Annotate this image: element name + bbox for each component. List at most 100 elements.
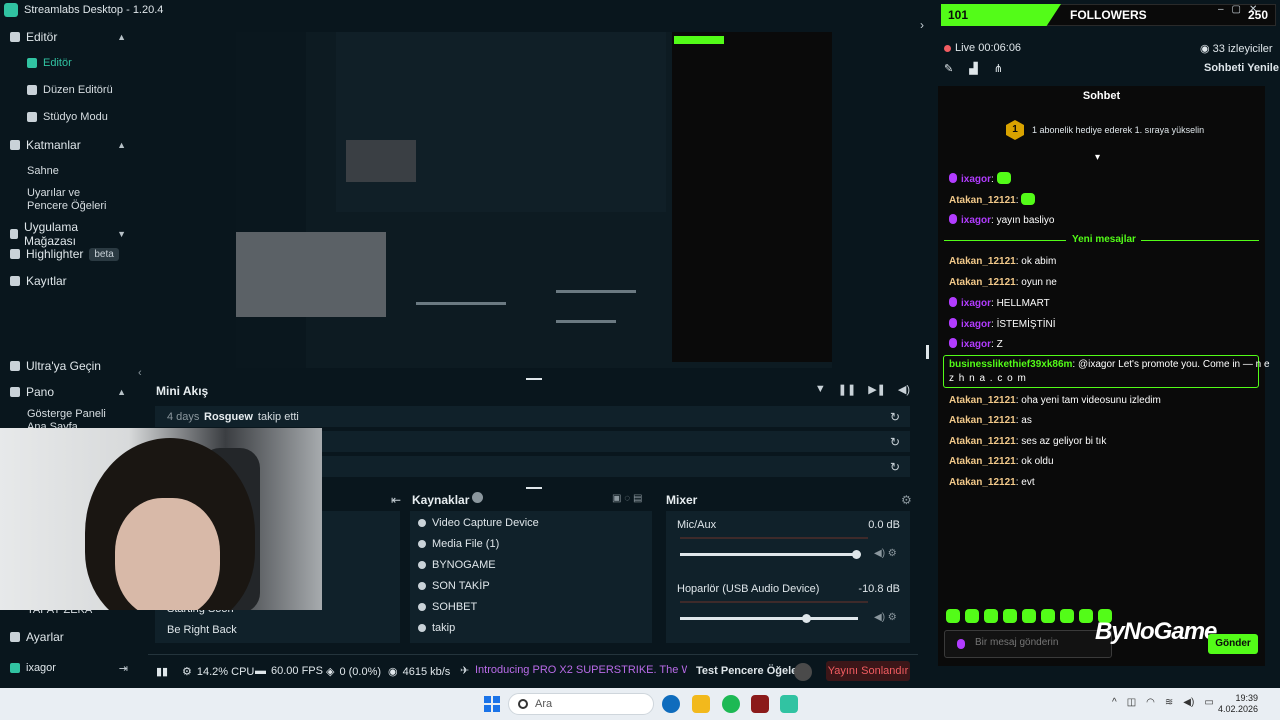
emote-icon[interactable] (1060, 609, 1074, 623)
emote-icon[interactable] (946, 609, 960, 623)
chat-user[interactable]: ixagor (961, 319, 991, 330)
sidebar-section-dashboard[interactable]: Pano ▲ (10, 385, 126, 399)
chat-window-controls[interactable]: –▢✕ (1218, 4, 1278, 15)
logout-icon[interactable]: ⇥ (119, 662, 128, 675)
chat-input-box (944, 630, 1112, 658)
volume-slider[interactable] (680, 550, 862, 559)
source-item[interactable]: SOHBET (418, 601, 477, 613)
news-ticker[interactable]: Introducing PRO X2 SUPERSTRIKE. The Winn… (475, 664, 687, 678)
source-item[interactable]: Media File (1) (418, 538, 499, 550)
replay-icon[interactable]: ↻ (890, 460, 900, 474)
preview-resize-handle[interactable] (926, 345, 929, 359)
chat-message-input[interactable] (975, 637, 1105, 648)
chat-user[interactable]: Atakan_12121 (949, 195, 1016, 206)
scene-item[interactable]: Be Right Back (167, 624, 237, 636)
chat-user[interactable]: ixagor (961, 339, 991, 350)
chat-message: ixagor: yayın basliyo (949, 214, 1054, 226)
sidebar-section-label: Pano (26, 385, 55, 399)
add-source-icon[interactable] (472, 492, 483, 503)
expand-icon[interactable]: ▾ (1095, 152, 1100, 163)
chat-user[interactable]: Atakan_12121 (949, 415, 1016, 426)
taskbar-search[interactable]: Ara (508, 693, 654, 715)
emote-icon[interactable] (1079, 609, 1093, 623)
source-item[interactable]: Video Capture Device (418, 517, 539, 529)
source-item[interactable]: SON TAKİP (418, 580, 490, 592)
sidebar-item-scene[interactable]: Sahne (27, 165, 122, 178)
emote-icon[interactable] (1041, 609, 1055, 623)
volume-icon[interactable]: ◀) (898, 383, 910, 396)
sidebar-section-layers[interactable]: Katmanlar ▲ (10, 138, 126, 152)
refresh-chat-button[interactable]: Sohbeti Yenile (1204, 62, 1279, 74)
source-item[interactable]: BYNOGAME (418, 559, 496, 571)
gear-icon[interactable]: ⚙ (901, 493, 912, 507)
emote-icon[interactable] (984, 609, 998, 623)
collapse-icon[interactable]: ⇤ (391, 493, 401, 507)
file-explorer-icon[interactable] (692, 695, 710, 713)
chat-user[interactable]: Atakan_12121 (949, 277, 1016, 288)
user-row[interactable]: ixagor ⇥ (10, 660, 128, 676)
mixer-title: Mixer (666, 493, 698, 507)
popout-icon[interactable]: ▟ (969, 62, 977, 75)
chat-user[interactable]: ixagor (961, 174, 991, 185)
speaker-icon[interactable]: ◀) ⚙ (874, 612, 897, 623)
wifi-icon[interactable]: ≋ (1165, 697, 1173, 708)
chat-user[interactable]: ixagor (961, 298, 991, 309)
network-icon[interactable]: ◠ (1146, 697, 1155, 708)
webcam-overlay (0, 428, 322, 610)
record-button[interactable] (794, 663, 812, 681)
sidebar-section-ultra[interactable]: Ultra'ya Geçin (10, 359, 126, 373)
sidebar-item-studio-mode[interactable]: Stüdyo Modu (27, 111, 108, 123)
volume-icon[interactable]: ◀) (1183, 697, 1194, 708)
volume-slider[interactable] (680, 614, 858, 623)
collapse-chat-icon[interactable]: › (920, 18, 924, 32)
pause-icon[interactable]: ❚❚ (838, 383, 856, 396)
chat-user[interactable]: Atakan_12121 (949, 436, 1016, 447)
sidebar-item-layout-editor[interactable]: Düzen Editörü (27, 84, 113, 96)
chat-user[interactable]: businesslikethief39xk86m (949, 359, 1072, 370)
sidebar-section-editor[interactable]: Editör ▲ (10, 30, 126, 44)
sidebar-section-app-store[interactable]: Uygulama Mağazası ▼ (10, 220, 126, 248)
emote-icon[interactable] (1003, 609, 1017, 623)
preview-mixer-line (416, 302, 506, 305)
chat-user[interactable]: Atakan_12121 (949, 395, 1016, 406)
system-tray[interactable]: ^ ◫ ◠ ≋ ◀) ▭ (1112, 697, 1214, 708)
chat-message: ixagor: Z (949, 338, 1003, 350)
chat-user[interactable]: Atakan_12121 (949, 477, 1016, 488)
taskbar-clock[interactable]: 19:39 4.02.2026 (1218, 693, 1258, 715)
replay-icon[interactable]: ↻ (890, 435, 900, 449)
collapse-sidebar-icon[interactable]: ‹ (138, 367, 142, 379)
emote-icon[interactable] (965, 609, 979, 623)
chat-user[interactable]: ixagor (961, 215, 991, 226)
sidebar-item-alerts[interactable]: Uyarılar ve Pencere Öğeleri (27, 187, 122, 213)
streamlabs-taskbar-icon[interactable] (780, 695, 798, 713)
chevron-up-icon[interactable]: ^ (1112, 697, 1117, 708)
chat-text-continued: z h n a . c o m (949, 373, 1027, 384)
emote-icon (996, 172, 1011, 184)
edit-icon[interactable]: ✎ (944, 62, 953, 75)
end-stream-button[interactable]: Yayını Sonlandır (826, 661, 910, 681)
chat-user[interactable]: Atakan_12121 (949, 256, 1016, 267)
edge-icon[interactable] (662, 695, 680, 713)
stats-icon[interactable]: ▮▮ (156, 665, 168, 678)
winrar-icon[interactable] (751, 695, 769, 713)
share-icon[interactable]: ⋔ (994, 62, 1003, 75)
test-widgets-button[interactable]: Test Pencere Öğeleri (696, 665, 805, 677)
sidebar-section-highlighter[interactable]: Highlighter beta (10, 247, 126, 261)
battery-icon[interactable]: ▭ (1204, 697, 1213, 708)
sidebar-section-recordings[interactable]: Kayıtlar (10, 274, 126, 288)
emote-icon[interactable] (1022, 609, 1036, 623)
source-item[interactable]: takip (418, 622, 455, 634)
tray-app-icon[interactable]: ◫ (1127, 697, 1136, 708)
source-tools-icon[interactable]: ▣ ◌ ▤ (612, 493, 642, 504)
speaker-icon[interactable]: ◀) ⚙ (874, 548, 897, 559)
chat-user[interactable]: Atakan_12121 (949, 456, 1016, 467)
replay-icon[interactable]: ↻ (890, 410, 900, 424)
send-button[interactable]: Gönder (1208, 634, 1258, 654)
stream-preview[interactable] (236, 32, 832, 368)
skip-icon[interactable]: ▶❚ (868, 383, 886, 396)
spotify-icon[interactable] (722, 695, 740, 713)
filter-icon[interactable]: ▼ (815, 383, 826, 396)
sidebar-settings[interactable]: Ayarlar (10, 630, 126, 644)
sidebar-item-editor[interactable]: Editör (27, 57, 72, 69)
start-button[interactable] (484, 696, 500, 712)
